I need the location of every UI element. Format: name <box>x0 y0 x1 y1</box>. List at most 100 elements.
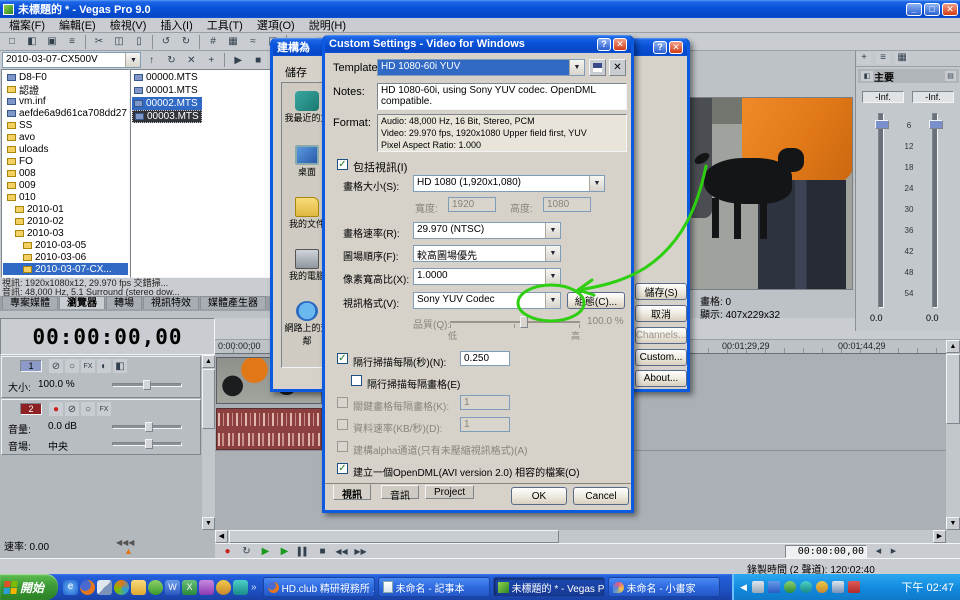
track2-pan-slider-thumb[interactable] <box>145 439 153 449</box>
interleave-field[interactable]: 0.250 <box>460 351 510 366</box>
taskbar-task-hdclub[interactable]: HD.club 精研視務所 ... <box>263 577 375 597</box>
field-order-combobox[interactable]: 較高圖場優先 ▼ <box>413 245 561 262</box>
template-combobox[interactable]: HD 1080-60i YUV ▼ <box>377 59 585 76</box>
track2-fx-button[interactable]: FX <box>97 402 111 416</box>
taskbar-task-notepad[interactable]: 未命名 - 記事本 <box>378 577 490 597</box>
refresh-icon[interactable]: ↻ <box>162 52 180 68</box>
track1-automation-button[interactable]: ◐ <box>97 359 111 373</box>
notes-field[interactable]: HD 1080-60i, using Sony YUV codec. OpenD… <box>377 83 627 110</box>
tree-item[interactable]: uloads <box>3 143 128 155</box>
track2-record-arm-button[interactable]: ● <box>49 402 63 416</box>
interleave-frames-checkbox[interactable] <box>351 375 362 386</box>
frame-size-combobox[interactable]: HD 1080 (1,920x1,080) ▼ <box>413 175 605 192</box>
track1-fx-button[interactable]: FX <box>81 359 95 373</box>
redo-icon[interactable]: ↻ <box>177 34 195 50</box>
up-one-level-icon[interactable]: ↑ <box>142 52 160 68</box>
tray-clock[interactable]: 下午 02:47 <box>901 579 954 595</box>
grid-icon[interactable]: ▦ <box>224 34 242 50</box>
render-cancel-button[interactable]: 取消 <box>635 305 687 322</box>
mixer-properties-icon[interactable]: ≡ <box>876 52 890 64</box>
go-to-end-button[interactable]: ▶▶ <box>352 545 369 558</box>
quick-launch-excel-icon[interactable]: X <box>182 580 197 595</box>
custom-help-button[interactable]: ? <box>597 38 611 51</box>
frame-back-icon[interactable]: ◀ <box>872 545 885 558</box>
configure-button[interactable]: 組態(C)... <box>567 292 625 309</box>
close-button[interactable]: ✕ <box>942 3 958 16</box>
fader1-thumb[interactable] <box>875 120 889 129</box>
quick-launch-media-player-icon[interactable] <box>114 580 129 595</box>
tree-item[interactable]: 009 <box>3 179 128 191</box>
tab-media-generators[interactable]: 媒體產生器 <box>200 296 266 309</box>
track1-compositing-button[interactable]: ◧ <box>113 359 127 373</box>
tree-item[interactable]: avo <box>3 131 128 143</box>
tray-msn-icon[interactable] <box>800 581 812 593</box>
fader1-groove[interactable] <box>878 113 884 308</box>
tree-item[interactable]: 2010-03-06 <box>3 251 128 263</box>
tab-explorer[interactable]: 瀏覽器 <box>59 296 105 309</box>
tree-item-selected[interactable]: 2010-03-07-CX... <box>3 263 128 275</box>
mixer-add-bus-icon[interactable]: + <box>857 52 871 64</box>
tab-video[interactable]: 視訊 <box>333 484 371 500</box>
quick-launch-overflow-chevron-icon[interactable]: » <box>249 582 259 593</box>
timeline-hscrollbar[interactable]: ◀ ▶ <box>215 530 946 543</box>
file-item-selected[interactable]: 00002.MTS <box>132 97 202 110</box>
custom-close-button[interactable]: ✕ <box>613 38 627 51</box>
timeline-vscrollbar[interactable]: ▲ ▼ <box>946 340 960 530</box>
mixer-minimize-icon[interactable]: ▤ <box>945 71 956 81</box>
explorer-address-combobox[interactable]: 2010-03-07-CX500V ▼ <box>2 52 141 68</box>
play-from-start-button[interactable]: ▶ <box>257 545 274 558</box>
quick-launch-winamp-icon[interactable] <box>216 580 231 595</box>
quick-launch-msn-icon[interactable] <box>148 580 163 595</box>
quick-launch-ie-icon[interactable]: e <box>63 580 78 595</box>
scrollbar-thumb[interactable] <box>229 530 559 543</box>
render-about-button[interactable]: About... <box>635 370 687 387</box>
tree-item[interactable]: 008 <box>3 167 128 179</box>
audio-event[interactable] <box>216 408 322 450</box>
paste-icon[interactable]: ▯ <box>130 34 148 50</box>
tab-audio[interactable]: 音訊 <box>381 485 419 499</box>
menu-file[interactable]: 檔案(F) <box>2 17 52 33</box>
open-project-icon[interactable]: ◧ <box>23 34 41 50</box>
pause-button[interactable]: ▌▌ <box>295 545 312 558</box>
menu-options[interactable]: 選項(O) <box>250 17 302 33</box>
track-list-scrollbar[interactable]: ▲ ▼ <box>202 355 215 530</box>
enable-snapping-icon[interactable]: # <box>204 34 222 50</box>
tree-item[interactable]: D8-F0 <box>3 71 128 83</box>
quick-launch-photo-icon[interactable] <box>199 580 214 595</box>
track2-mute-button[interactable]: ⊘ <box>65 402 79 416</box>
scroll-down-icon[interactable]: ▼ <box>202 517 215 530</box>
tree-item[interactable]: 2010-03-05 <box>3 239 128 251</box>
field-order-dropdown-icon[interactable]: ▼ <box>545 246 560 261</box>
play-button[interactable]: ▶ <box>276 545 293 558</box>
transport-timecode[interactable]: 00:00:00,00 <box>785 545 867 558</box>
quick-launch-outlook-icon[interactable] <box>131 580 146 595</box>
tree-item[interactable]: FO <box>3 155 128 167</box>
maximize-button[interactable]: □ <box>924 3 940 16</box>
explorer-tree[interactable]: D8-F0 認證 vm.inf aefde6a9d61ca708dd27 SS … <box>1 69 130 278</box>
tab-transitions[interactable]: 轉場 <box>106 296 142 309</box>
quick-launch-word-icon[interactable]: W <box>165 580 180 595</box>
go-to-start-button[interactable]: ◀◀ <box>333 545 350 558</box>
properties-icon[interactable]: ≡ <box>63 34 81 50</box>
stop-preview-icon[interactable]: ■ <box>249 52 267 68</box>
undo-icon[interactable]: ↺ <box>157 34 175 50</box>
frame-forward-icon[interactable]: ▶ <box>887 545 900 558</box>
scrollbar-thumb[interactable] <box>946 354 960 424</box>
fader2-thumb[interactable] <box>929 120 943 129</box>
scroll-up-icon[interactable]: ▲ <box>946 340 960 353</box>
pixel-aspect-dropdown-icon[interactable]: ▼ <box>545 269 560 284</box>
file-item-highlighted[interactable]: 00003.MTS <box>132 110 202 123</box>
explorer-address-dropdown-icon[interactable]: ▼ <box>125 53 140 67</box>
frame-rate-combobox[interactable]: 29.970 (NTSC) ▼ <box>413 222 561 239</box>
track1-solo-button[interactable]: ○ <box>65 359 79 373</box>
interleave-checkbox[interactable]: ✓ <box>337 353 348 364</box>
tree-item[interactable]: 2010-01 <box>3 203 128 215</box>
render-help-button[interactable]: ? <box>653 41 667 54</box>
shuttle-marker-icon[interactable]: ▲ <box>124 546 133 556</box>
scroll-left-icon[interactable]: ◀ <box>215 530 228 543</box>
track2-solo-button[interactable]: ○ <box>81 402 95 416</box>
quick-launch-vegas-icon[interactable] <box>233 580 248 595</box>
tab-project-media[interactable]: 專案媒體 <box>2 296 58 309</box>
new-folder-icon[interactable]: + <box>202 52 220 68</box>
save-project-icon[interactable]: ▣ <box>43 34 61 50</box>
